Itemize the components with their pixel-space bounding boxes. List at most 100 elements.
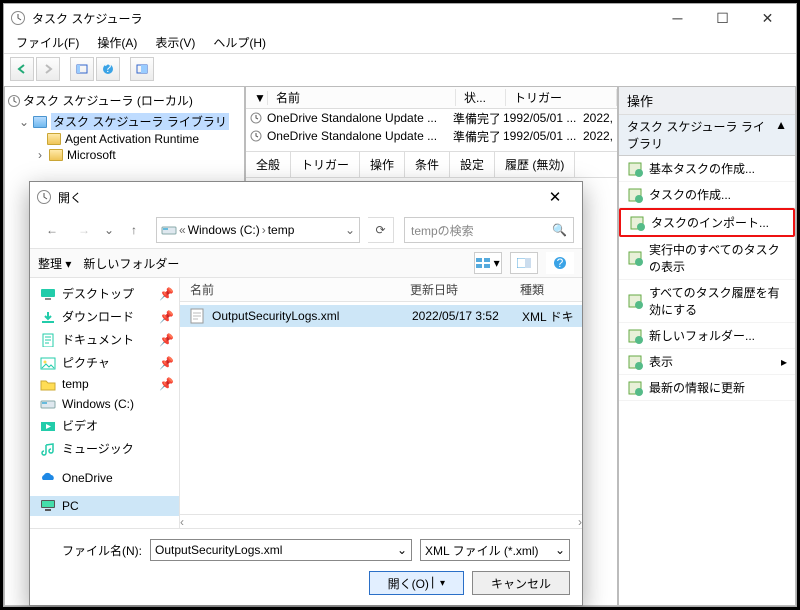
dialog-close-button[interactable]: ✕: [534, 183, 576, 211]
quick-access-pane[interactable]: デスクトップ📌ダウンロード📌ドキュメント📌ピクチャ📌temp📌Windows (…: [30, 278, 180, 528]
drive-icon: [161, 224, 177, 236]
task-create-icon: [627, 187, 643, 203]
refresh-button[interactable]: ⟳: [368, 217, 394, 243]
maximize-button[interactable]: ☐: [700, 4, 745, 32]
chevron-down-icon: ⌄: [397, 543, 407, 557]
chevron-down-icon: ⌄: [555, 543, 565, 557]
quick-item[interactable]: ビデオ: [30, 414, 179, 437]
folder-icon: [33, 116, 47, 128]
xml-file-icon: [190, 308, 206, 324]
clock-icon: [7, 94, 21, 108]
quick-item[interactable]: temp📌: [30, 374, 179, 394]
view-icon: [627, 354, 643, 370]
new-folder-icon: [627, 328, 643, 344]
tab-history[interactable]: 履歴 (無効): [495, 152, 575, 177]
desktop-icon: [40, 287, 56, 301]
folder-icon: [47, 133, 61, 145]
nav-forward-button[interactable]: →: [70, 216, 98, 244]
menu-action[interactable]: 操作(A): [91, 34, 143, 51]
address-bar[interactable]: « Windows (C:) › temp ⌄: [156, 217, 360, 243]
pin-icon: 📌: [159, 356, 169, 370]
quick-item[interactable]: ピクチャ📌: [30, 351, 179, 374]
video-icon: [40, 419, 56, 433]
nav-up-button[interactable]: ↑: [120, 216, 148, 244]
tree-expander[interactable]: ⌄: [19, 115, 29, 129]
tree-expander[interactable]: ›: [35, 148, 45, 162]
quick-item[interactable]: ミュージック: [30, 437, 179, 460]
action-item[interactable]: 新しいフォルダー...: [619, 323, 795, 349]
svg-text:?: ?: [557, 256, 564, 270]
new-folder-button[interactable]: 新しいフォルダー: [83, 255, 179, 272]
pin-icon: 📌: [159, 310, 169, 324]
quick-pc[interactable]: PC: [30, 496, 179, 516]
open-button[interactable]: 開く(O) ▏▾: [369, 571, 464, 595]
menu-view[interactable]: 表示(V): [149, 34, 201, 51]
action-item[interactable]: 基本タスクの作成...: [619, 156, 795, 182]
action-item[interactable]: 実行中のすべてのタスクの表示: [619, 237, 795, 280]
organize-menu[interactable]: 整理 ▾: [38, 255, 71, 272]
help-button[interactable]: ?: [546, 252, 574, 274]
action-item[interactable]: タスクのインポート...: [619, 208, 795, 237]
tab-triggers[interactable]: トリガー: [291, 152, 360, 177]
refresh-icon: [627, 380, 643, 396]
file-type-filter[interactable]: XML ファイル (*.xml)⌄: [420, 539, 570, 561]
toolbar-show[interactable]: [70, 57, 94, 81]
quick-item[interactable]: Windows (C:): [30, 394, 179, 414]
music-icon: [40, 442, 56, 456]
clock-icon: [10, 10, 26, 26]
minimize-button[interactable]: ─: [655, 4, 700, 32]
nav-recent-button[interactable]: ⌄: [102, 216, 116, 244]
pin-icon: 📌: [159, 333, 169, 347]
toolbar-extra[interactable]: [130, 57, 154, 81]
filename-input[interactable]: OutputSecurityLogs.xml⌄: [150, 539, 412, 561]
detail-tabs: 全般 トリガー 操作 条件 設定 履歴 (無効): [246, 151, 617, 178]
cancel-button[interactable]: キャンセル: [472, 571, 570, 595]
tree-item[interactable]: Microsoft: [67, 148, 116, 162]
action-item[interactable]: 表示▸: [619, 349, 795, 375]
task-running-icon: [627, 250, 643, 266]
quick-item[interactable]: ダウンロード📌: [30, 305, 179, 328]
actions-section-header[interactable]: タスク スケジューラ ライブラリ▲: [619, 115, 795, 156]
nav-back-button[interactable]: ←: [38, 216, 66, 244]
filename-label: ファイル名(N):: [42, 542, 142, 559]
search-icon: 🔍: [552, 223, 567, 237]
chevron-down-icon[interactable]: ⌄: [345, 223, 355, 237]
document-icon: [40, 333, 56, 347]
toolbar-help[interactable]: ?: [96, 57, 120, 81]
task-list-header[interactable]: ▼ 名前 状... トリガー: [246, 87, 617, 109]
tab-conditions[interactable]: 条件: [405, 152, 450, 177]
quick-item[interactable]: ドキュメント📌: [30, 328, 179, 351]
toolbar-back[interactable]: [10, 57, 34, 81]
view-mode-button[interactable]: ▾: [474, 252, 502, 274]
collapse-icon: ▲: [775, 118, 787, 152]
task-history-icon: [627, 293, 643, 309]
menu-file[interactable]: ファイル(F): [10, 34, 85, 51]
clock-icon: [250, 112, 263, 125]
actions-title: 操作: [619, 87, 795, 115]
action-item[interactable]: 最新の情報に更新: [619, 375, 795, 401]
search-input[interactable]: tempの検索 🔍: [404, 217, 574, 243]
action-item[interactable]: タスクの作成...: [619, 182, 795, 208]
close-button[interactable]: ✕: [745, 4, 790, 32]
preview-pane-button[interactable]: [510, 252, 538, 274]
task-row[interactable]: OneDrive Standalone Update ... 準備完了 1992…: [246, 127, 617, 145]
tree-library[interactable]: タスク スケジューラ ライブラリ: [51, 113, 229, 130]
menu-help[interactable]: ヘルプ(H): [207, 34, 272, 51]
open-dialog: 開く ✕ ← → ⌄ ↑ « Windows (C:) › temp ⌄ ⟳ t…: [29, 181, 583, 606]
onedrive-icon: [40, 471, 56, 485]
quick-onedrive[interactable]: OneDrive: [30, 468, 179, 488]
file-row[interactable]: OutputSecurityLogs.xml 2022/05/17 3:52 X…: [180, 305, 582, 327]
tab-general[interactable]: 全般: [246, 152, 291, 177]
tree-item[interactable]: Agent Activation Runtime: [65, 132, 199, 146]
pin-icon: 📌: [159, 287, 169, 301]
tab-settings[interactable]: 設定: [450, 152, 495, 177]
tree-root[interactable]: タスク スケジューラ (ローカル): [23, 92, 193, 109]
action-item[interactable]: すべてのタスク履歴を有効にする: [619, 280, 795, 323]
file-list-header[interactable]: 名前 更新日時 種類: [180, 278, 582, 302]
toolbar-forward[interactable]: [36, 57, 60, 81]
window-title: タスク スケジューラ: [32, 10, 655, 27]
task-import-icon: [629, 215, 645, 231]
tab-actions[interactable]: 操作: [360, 152, 405, 177]
quick-item[interactable]: デスクトップ📌: [30, 282, 179, 305]
task-row[interactable]: OneDrive Standalone Update ... 準備完了 1992…: [246, 109, 617, 127]
